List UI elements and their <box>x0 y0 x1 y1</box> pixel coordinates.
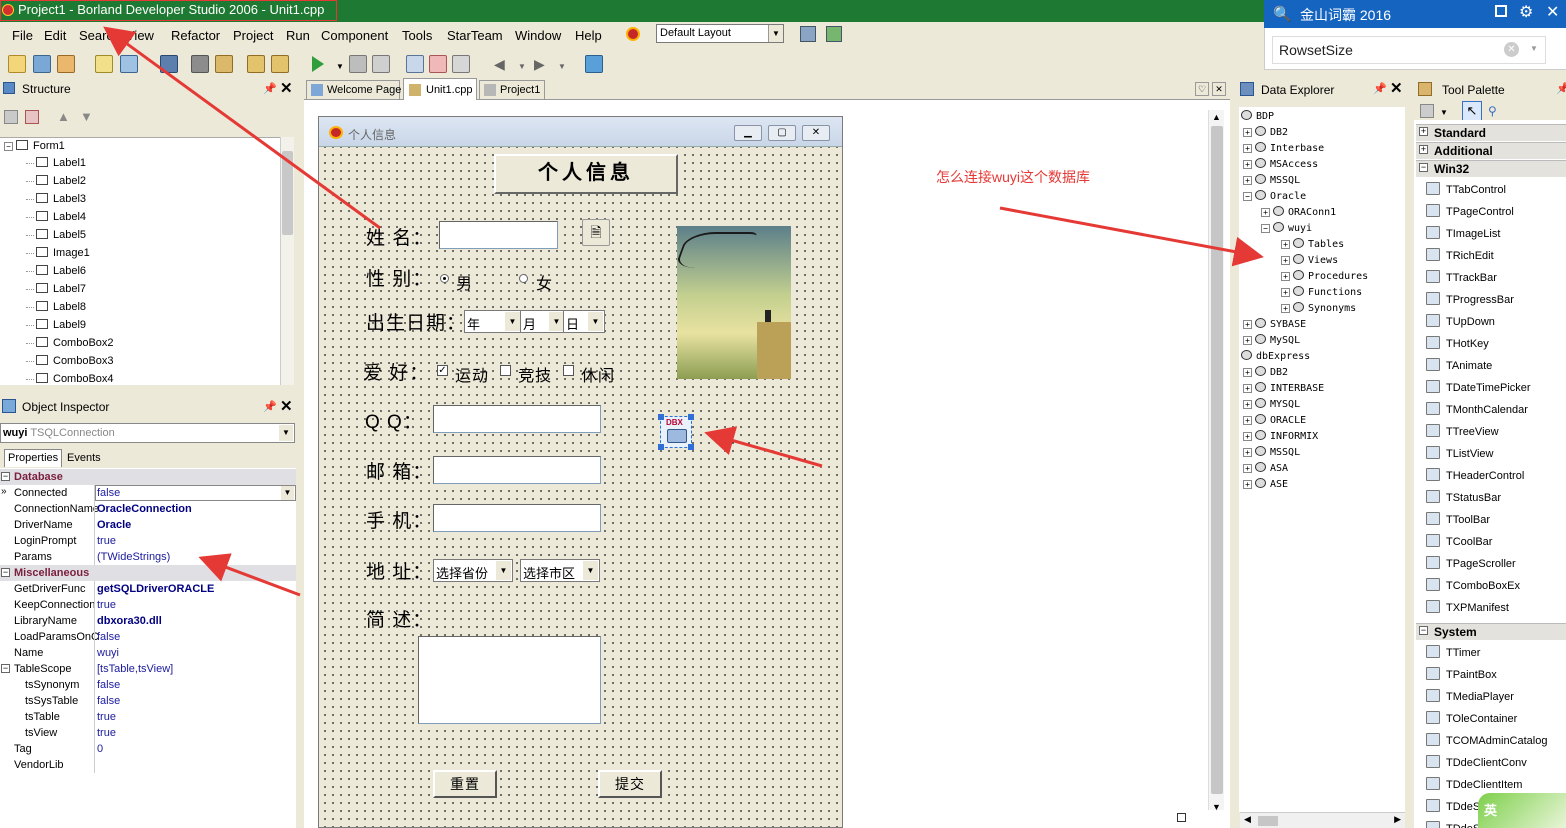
annotation-arrows <box>103 26 1264 597</box>
arrow-to-wuyi-node <box>999 206 1264 267</box>
arrow-to-dbx-component <box>704 426 823 468</box>
arrow-to-title <box>103 26 381 230</box>
arrow-to-params <box>198 553 301 597</box>
